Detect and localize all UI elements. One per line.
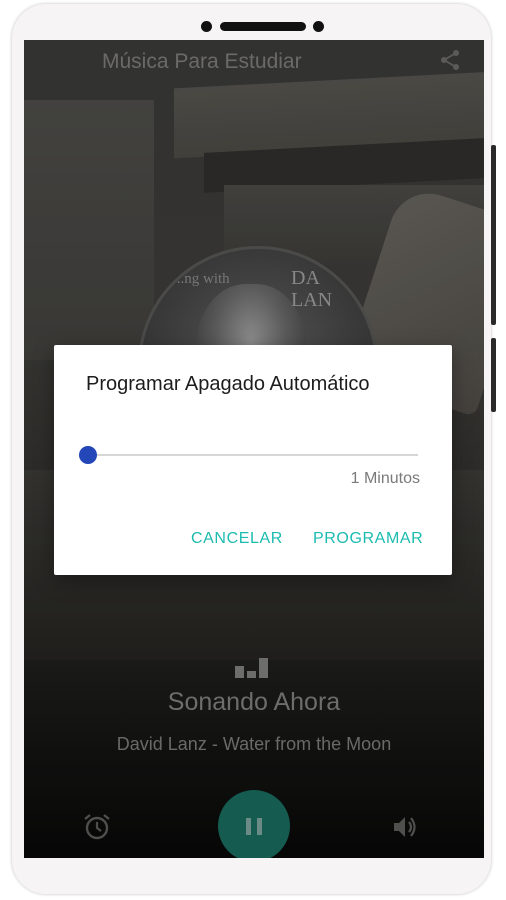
volume-side-button — [491, 338, 496, 412]
album-text-line: DA — [291, 267, 320, 289]
pause-icon — [257, 818, 262, 835]
volume-icon[interactable] — [390, 812, 420, 842]
album-text: ...ng with — [173, 271, 230, 287]
track-name: David Lanz - Water from the Moon — [116, 734, 392, 754]
camera-dot — [201, 21, 212, 32]
app-title: Música Para Estudiar — [102, 50, 302, 73]
pause-icon — [246, 818, 251, 835]
power-button — [491, 145, 496, 325]
minutes-value-label: 1 Minutos — [350, 470, 420, 487]
album-artist-text: DA LAN — [291, 267, 332, 311]
now-playing-title: Sonando Ahora — [167, 688, 341, 716]
equalizer-icon — [235, 658, 268, 678]
dialog-title: Programar Apagado Automático — [86, 373, 370, 395]
share-icon[interactable] — [438, 48, 462, 72]
speaker-grille — [220, 22, 306, 31]
minutes-slider-track[interactable] — [88, 454, 418, 456]
alarm-icon[interactable] — [82, 812, 112, 842]
pause-button[interactable] — [218, 790, 290, 858]
schedule-button[interactable]: PROGRAMAR — [313, 530, 423, 548]
minutes-slider-thumb[interactable] — [79, 446, 97, 464]
sleep-timer-dialog: Programar Apagado Automático 1 Minutos C… — [54, 345, 452, 575]
album-text-line: LAN — [291, 289, 333, 311]
cancel-button[interactable]: CANCELAR — [191, 530, 283, 548]
sensor-dot — [313, 21, 324, 32]
